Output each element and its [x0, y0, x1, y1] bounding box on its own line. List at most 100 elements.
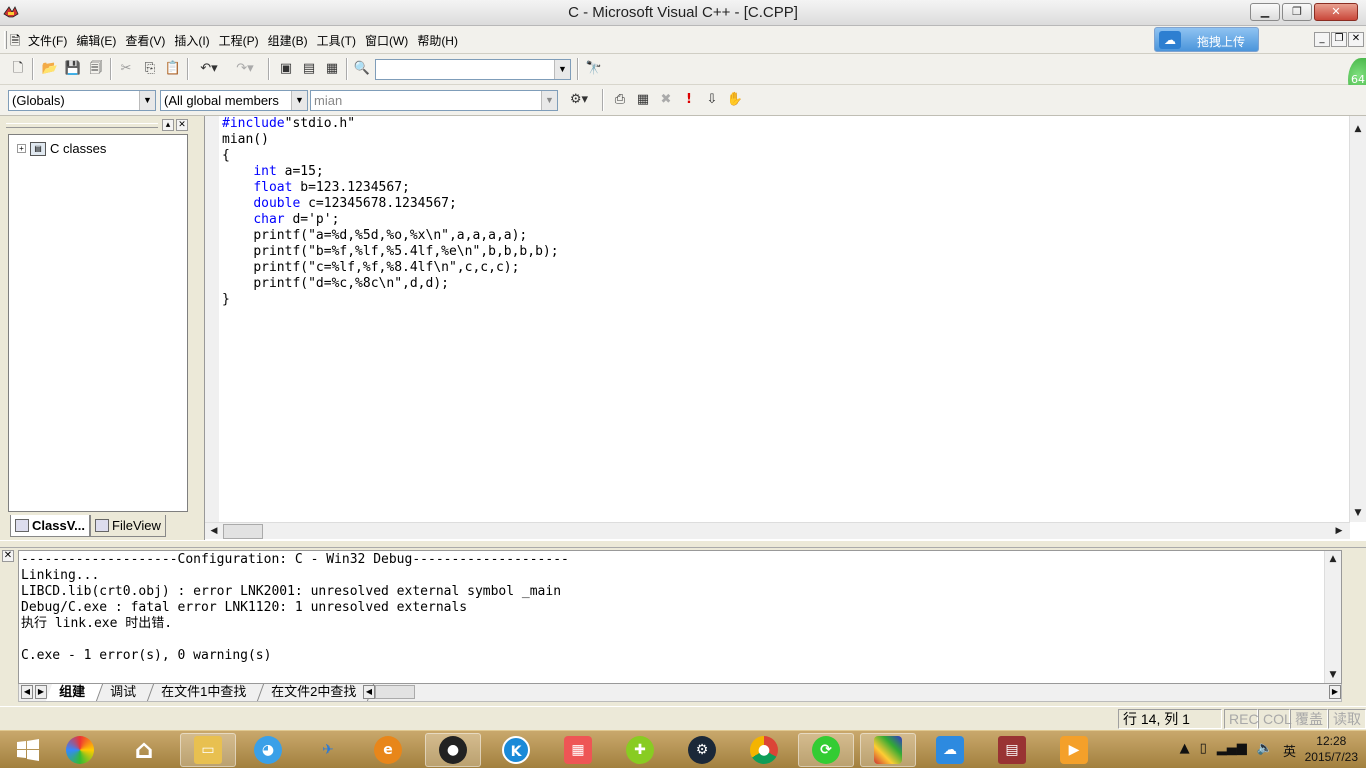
members-combo[interactable]: (All global members ▼ — [160, 90, 308, 111]
toolbar-grip[interactable] — [4, 31, 7, 49]
taskbar-app-ie[interactable]: e — [360, 733, 416, 767]
open-folder-icon[interactable]: 📂 — [40, 59, 60, 79]
code-line[interactable]: printf("a=%d,%5d,%o,%x\n",a,a,a,a); — [222, 228, 559, 244]
code-line[interactable]: #include"stdio.h" — [222, 116, 559, 132]
insert-breakpoint-icon[interactable]: ✋ — [725, 90, 745, 110]
taskbar-app-winrar[interactable]: ▤ — [984, 733, 1040, 767]
chevron-down-icon[interactable]: ▼ — [291, 91, 307, 110]
save-all-icon[interactable]: 🗐 — [86, 59, 106, 79]
taskbar-app-refresh[interactable]: ⟳ — [798, 733, 854, 767]
find-icon[interactable]: 🔭 — [584, 59, 604, 79]
taskbar-app-cloud[interactable]: ☁ — [922, 733, 978, 767]
output-tab[interactable]: 调试 — [96, 684, 155, 701]
editor-vertical-scrollbar[interactable]: ▲ ▼ — [1349, 116, 1366, 522]
build-icon[interactable]: ▦ — [633, 90, 653, 110]
code-line[interactable]: } — [222, 292, 559, 308]
taskbar-app-visual-cpp[interactable] — [860, 733, 916, 767]
editor-horizontal-scrollbar[interactable]: ◀ ▶ — [205, 522, 1350, 539]
output-splitter[interactable] — [0, 540, 1366, 548]
pane-restore-button[interactable]: ▴ — [162, 119, 174, 131]
menu-item[interactable]: 窗口(W) — [365, 32, 408, 49]
redo-icon[interactable]: ↷▾ — [230, 59, 260, 79]
menu-item[interactable]: 帮助(H) — [417, 32, 458, 49]
output-tab[interactable]: 在文件2中查找 — [258, 684, 375, 701]
workspace-icon[interactable]: ▣ — [276, 59, 296, 79]
output-text[interactable]: --------------------Configuration: C - W… — [18, 550, 1342, 684]
network-icon[interactable]: ▂▄▆ — [1217, 741, 1247, 760]
tab-classview[interactable]: ClassV... — [10, 515, 91, 537]
output-tab[interactable]: 在文件1中查找 — [147, 684, 265, 701]
taskbar-app-plane[interactable]: ✈ — [300, 733, 356, 767]
find-combo[interactable]: ▼ — [375, 59, 571, 80]
code-line[interactable]: int a=15; — [222, 164, 559, 180]
scroll-down-icon[interactable]: ▼ — [1326, 668, 1340, 682]
source-code[interactable]: #include"stdio.h" mian(){ int a=15; float… — [222, 116, 559, 308]
taskbar-app-k[interactable]: K — [488, 733, 544, 767]
output-scroll-thumb[interactable] — [375, 685, 415, 699]
wizard-actions-icon[interactable]: ⚙▾ — [562, 90, 596, 110]
close-button[interactable]: ✕ — [1314, 3, 1358, 21]
undo-icon[interactable]: ↶▾ — [194, 59, 224, 79]
code-line[interactable]: printf("d=%c,%8c\n",d,d); — [222, 276, 559, 292]
code-line[interactable]: char d='p'; — [222, 212, 559, 228]
cut-icon[interactable]: ✂ — [116, 59, 136, 79]
scope-combo[interactable]: (Globals) ▼ — [8, 90, 156, 111]
taskbar-app-home[interactable]: ⌂ — [116, 733, 172, 767]
taskbar-app-qq[interactable]: ● — [425, 733, 481, 767]
pane-grip[interactable] — [6, 123, 158, 128]
output-scroll-left-icon[interactable]: ◀ — [363, 685, 375, 699]
pane-close-button[interactable]: ✕ — [176, 119, 188, 131]
function-combo[interactable]: mian ▼ — [310, 90, 558, 111]
editor-margin[interactable] — [205, 116, 219, 522]
tab-scroll-right-icon[interactable]: ▶ — [35, 685, 47, 699]
tab-scroll-left-icon[interactable]: ◀ — [21, 685, 33, 699]
taskbar-app-picasa[interactable] — [52, 733, 108, 767]
device-icon[interactable]: ▯ — [1200, 741, 1207, 760]
new-text-file-icon[interactable]: 🗋 — [8, 59, 28, 79]
taskbar-app-plus[interactable]: ✚ — [612, 733, 668, 767]
taskbar-app-player[interactable]: ▶ — [1046, 733, 1102, 767]
taskbar-app-chrome[interactable]: ● — [736, 733, 792, 767]
clock[interactable]: 12:28 2015/7/23 — [1305, 733, 1358, 765]
go-icon[interactable]: ⇩ — [702, 90, 722, 110]
code-line[interactable]: mian() — [222, 132, 559, 148]
mdi-restore-button[interactable]: ❐ — [1331, 32, 1347, 47]
chevron-down-icon[interactable]: ▼ — [139, 91, 155, 110]
menu-item[interactable]: 组建(B) — [268, 32, 308, 49]
output-vertical-scrollbar[interactable]: ▲ ▼ — [1324, 551, 1341, 683]
scroll-up-icon[interactable]: ▲ — [1351, 122, 1365, 136]
expand-icon[interactable]: + — [17, 144, 26, 153]
menu-item[interactable]: 文件(F) — [28, 32, 67, 49]
code-editor[interactable]: #include"stdio.h" mian(){ int a=15; float… — [204, 116, 1366, 540]
menu-item[interactable]: 编辑(E) — [76, 32, 116, 49]
mdi-minimize-button[interactable]: _ — [1314, 32, 1330, 47]
volume-icon[interactable]: 🔈 — [1257, 741, 1273, 760]
menu-item[interactable]: 查看(V) — [125, 32, 165, 49]
code-line[interactable]: double c=12345678.1234567; — [222, 196, 559, 212]
output-window-icon[interactable]: ▤ — [299, 59, 319, 79]
document-icon[interactable]: 🗎 — [10, 32, 20, 54]
code-line[interactable]: float b=123.1234567; — [222, 180, 559, 196]
show-hidden-icons-icon[interactable]: ▲ — [1180, 741, 1190, 760]
taskbar-app-steam[interactable]: ⚙ — [674, 733, 730, 767]
menu-item[interactable]: 工具(T) — [317, 32, 356, 49]
scroll-up-icon[interactable]: ▲ — [1326, 552, 1340, 566]
taskbar-app-bird[interactable]: ◕ — [240, 733, 296, 767]
scroll-down-icon[interactable]: ▼ — [1351, 506, 1365, 520]
scroll-thumb[interactable] — [223, 524, 263, 539]
minimize-button[interactable]: ▁ — [1250, 3, 1280, 21]
menu-item[interactable]: 插入(I) — [174, 32, 209, 49]
find-in-files-icon[interactable]: 🔍 — [352, 59, 372, 79]
paste-icon[interactable]: 📋 — [163, 59, 183, 79]
drag-upload-button[interactable]: ☁ 拖拽上传 — [1154, 27, 1259, 52]
menu-item[interactable]: 工程(P) — [219, 32, 259, 49]
stop-build-icon[interactable]: ✖ — [656, 90, 676, 110]
output-tab[interactable]: 组建 — [45, 684, 104, 701]
input-language[interactable]: 英 — [1283, 741, 1296, 760]
chevron-down-icon[interactable]: ▼ — [554, 60, 570, 79]
taskbar-app-explorer[interactable]: ▭ — [180, 733, 236, 767]
code-line[interactable]: printf("c=%lf,%f,%8.4lf\n",c,c,c); — [222, 260, 559, 276]
code-line[interactable]: { — [222, 148, 559, 164]
tree-node-c-classes[interactable]: + ▤ C classes — [17, 141, 106, 156]
mdi-close-button[interactable]: ✕ — [1348, 32, 1364, 47]
